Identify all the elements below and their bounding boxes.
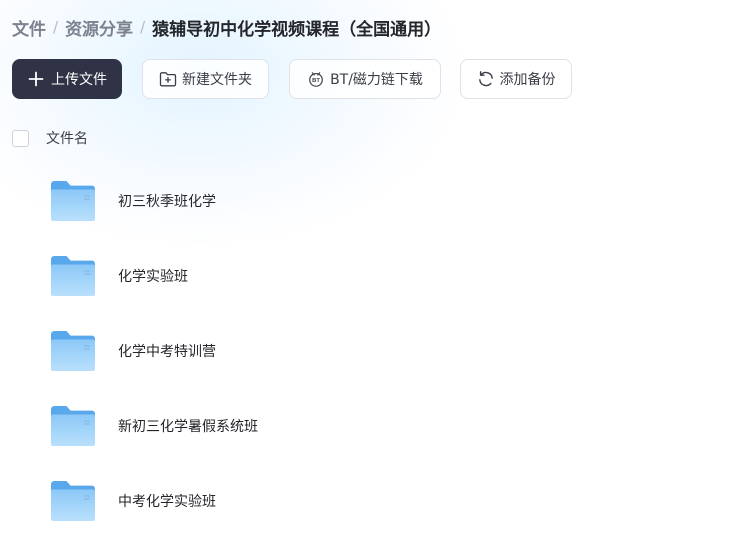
bt-magnet-download-button[interactable]: BT BT/磁力链下载 (289, 59, 441, 99)
column-header-filename: 文件名 (46, 131, 88, 147)
sync-icon (477, 70, 495, 88)
plus-icon (27, 70, 45, 88)
list-item[interactable]: 初三秋季班化学 (0, 171, 755, 231)
list-item[interactable]: 新初三化学暑假系统班 (0, 396, 755, 456)
breadcrumb-item-current: 猿辅导初中化学视频课程（全国通用） (152, 19, 442, 40)
breadcrumb-item-shared[interactable]: 资源分享 (65, 15, 133, 40)
file-name: 化学中考特训营 (118, 344, 216, 360)
folder-icon (50, 330, 96, 372)
breadcrumb-item-files[interactable]: 文件 (12, 15, 46, 40)
folder-icon (50, 405, 96, 447)
breadcrumb-separator: / (53, 18, 59, 36)
upload-button-label: 上传文件 (51, 72, 107, 88)
folder-plus-icon (159, 70, 177, 88)
folder-icon (50, 480, 96, 522)
list-item[interactable]: 中考化学实验班 (0, 471, 755, 531)
upload-button[interactable]: 上传文件 (12, 59, 122, 99)
breadcrumb-separator: / (140, 18, 146, 36)
folder-icon (50, 180, 96, 222)
list-item[interactable]: 化学中考特训营 (0, 321, 755, 381)
new-folder-button-label: 新建文件夹 (182, 72, 252, 88)
add-backup-button-label: 添加备份 (499, 72, 556, 88)
list-item[interactable]: 化学实验班 (0, 246, 755, 306)
bt-icon: BT (307, 70, 325, 88)
file-name: 中考化学实验班 (118, 494, 216, 510)
file-name: 初三秋季班化学 (118, 194, 216, 210)
breadcrumb: 文件 / 资源分享 / 猿辅导初中化学视频课程（全国通用） (12, 14, 441, 40)
svg-text:BT: BT (312, 78, 320, 84)
list-header: 文件名 (12, 128, 88, 148)
add-backup-button[interactable]: 添加备份 (460, 59, 572, 99)
folder-icon (50, 255, 96, 297)
file-name: 新初三化学暑假系统班 (118, 419, 258, 435)
select-all-checkbox[interactable] (12, 129, 29, 147)
file-name: 化学实验班 (118, 269, 188, 285)
new-folder-button[interactable]: 新建文件夹 (142, 59, 269, 99)
bt-button-label: BT/磁力链下载 (330, 72, 423, 88)
